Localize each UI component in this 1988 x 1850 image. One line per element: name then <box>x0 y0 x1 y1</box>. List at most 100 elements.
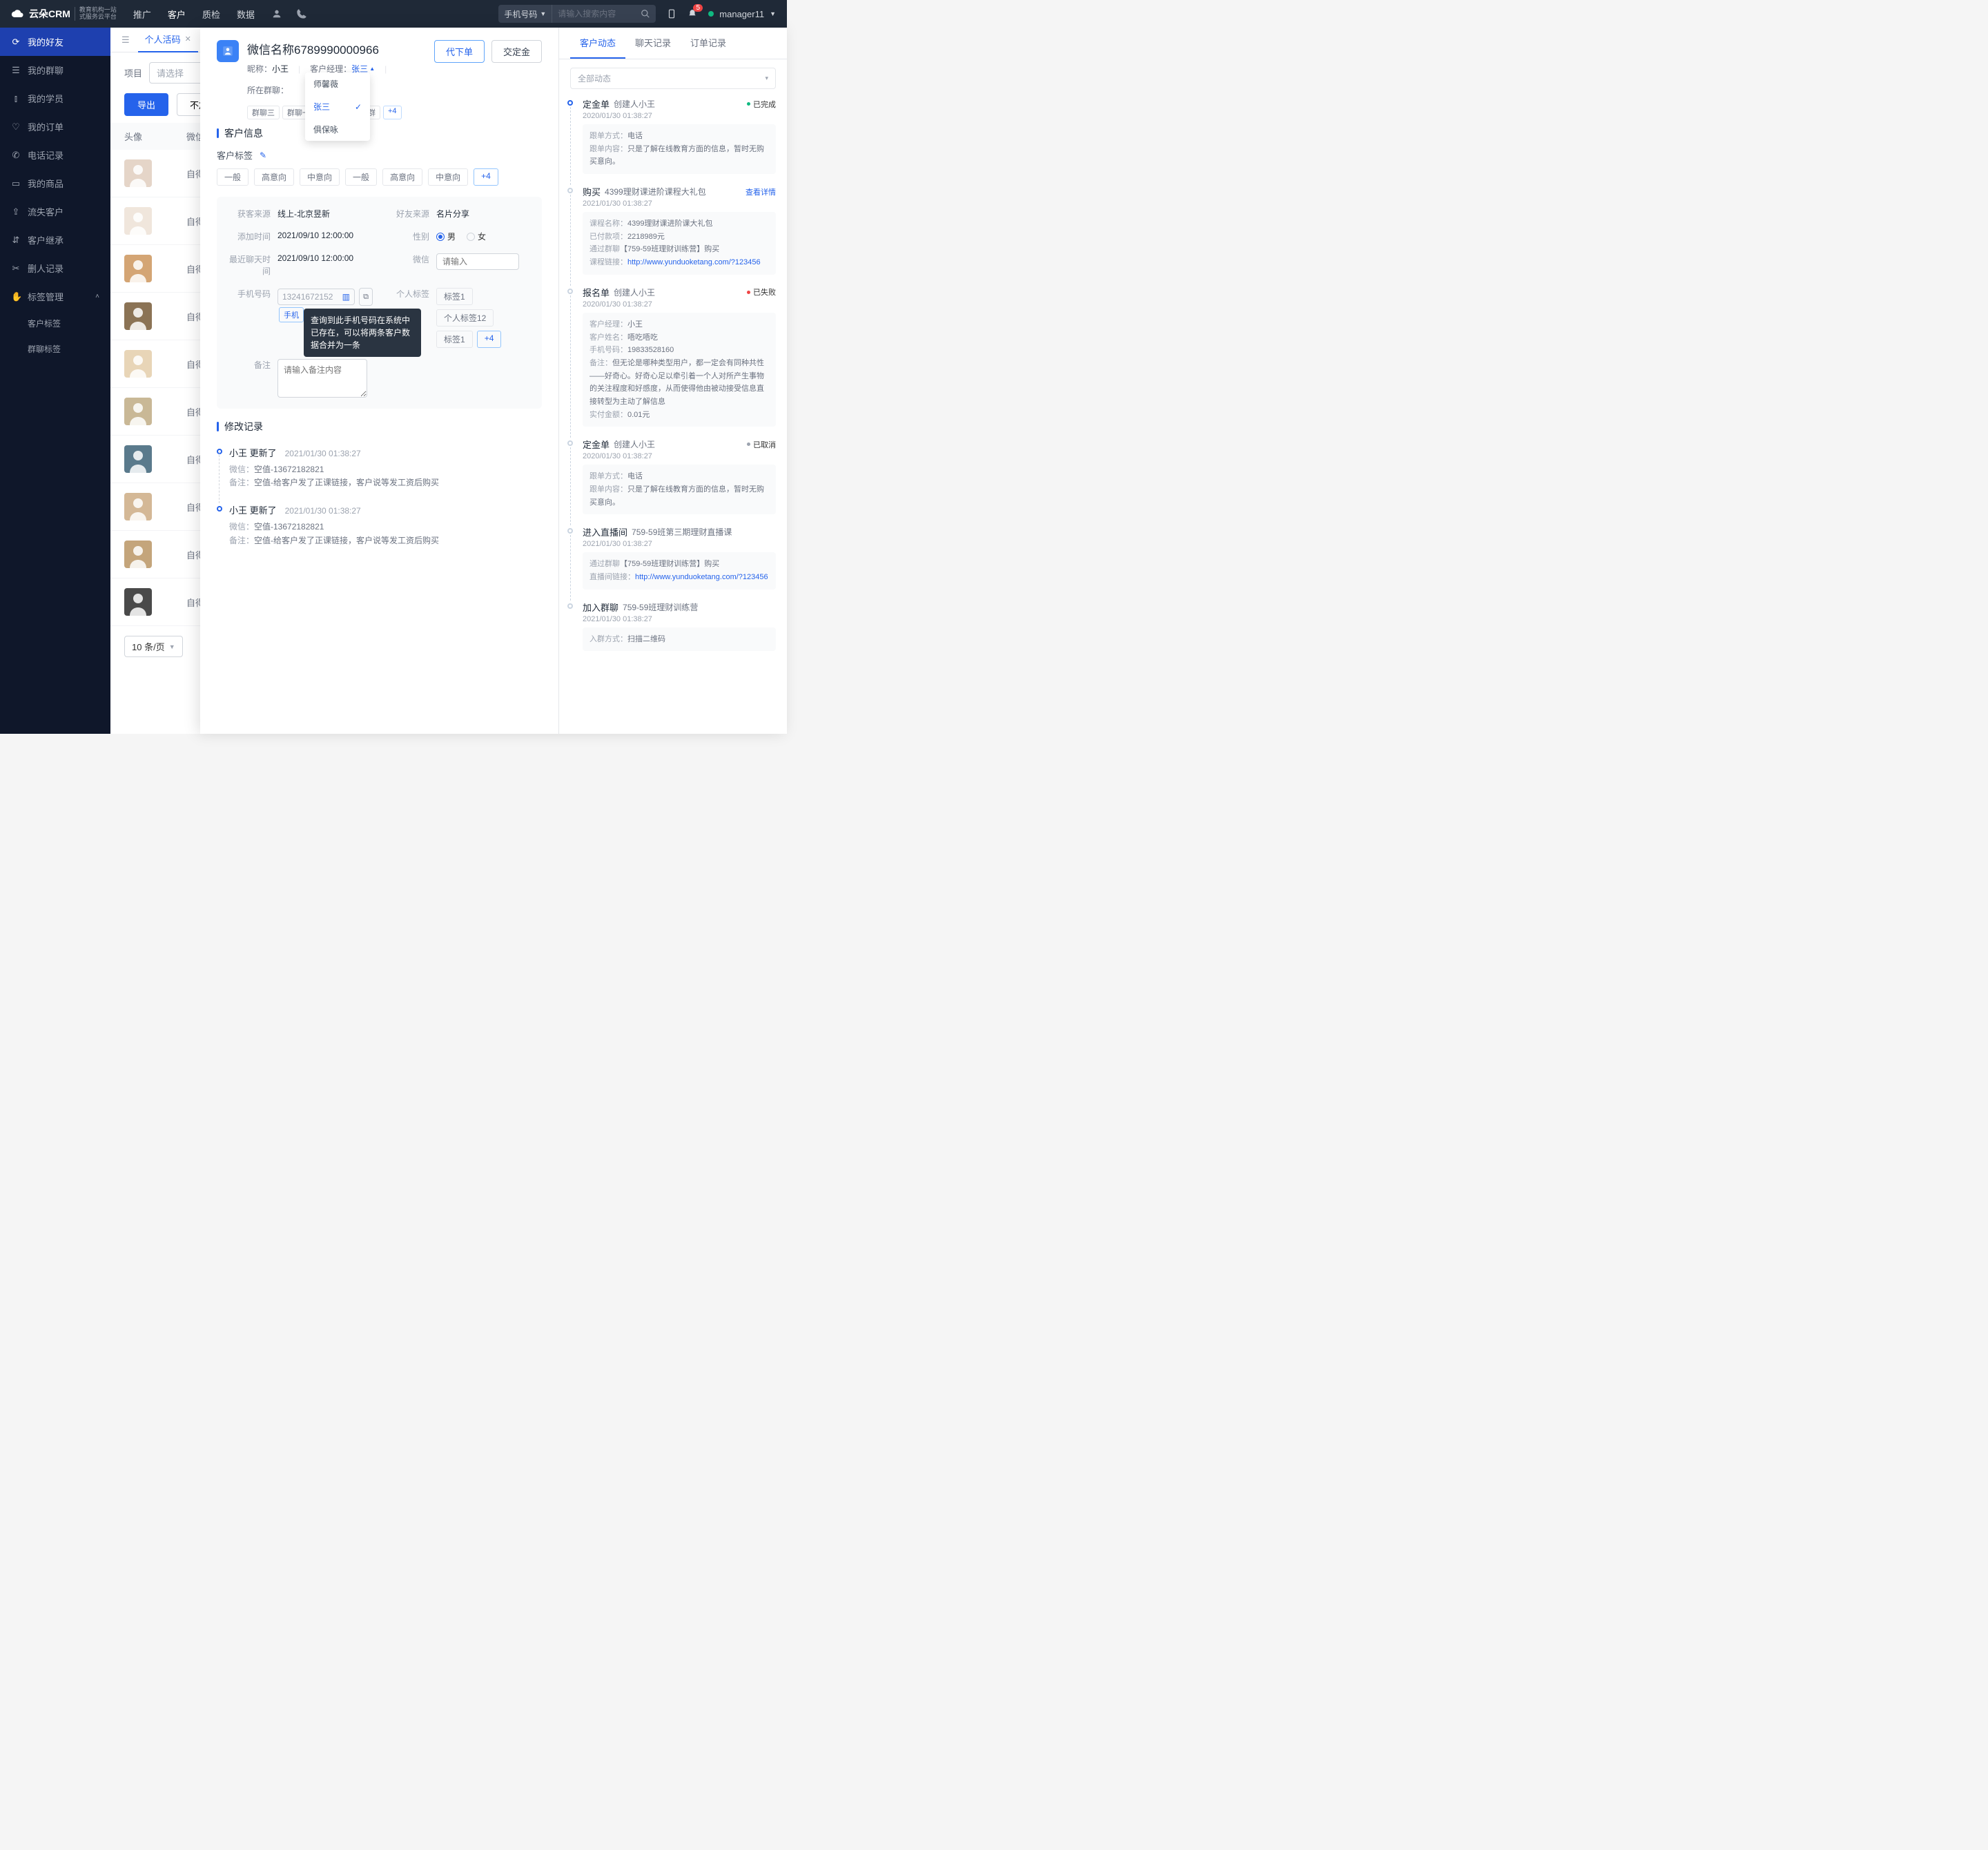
deposit-button[interactable]: 交定金 <box>491 40 542 63</box>
sidebar-sub-item[interactable]: 群聊标签 <box>0 336 110 362</box>
sidebar-item[interactable]: ☰我的群聊 <box>0 56 110 84</box>
dropdown-option[interactable]: 张三✓ <box>305 95 370 118</box>
sidebar-icon: ✂ <box>11 263 21 274</box>
cloud-icon <box>11 7 25 21</box>
topnav-数据[interactable]: 数据 <box>237 8 255 21</box>
close-icon[interactable]: ✕ <box>185 35 191 43</box>
mobile-icon[interactable] <box>667 8 676 19</box>
timeline-item: 定金单创建人小王已完成 2020/01/30 01:38:27 跟单方式：电话跟… <box>570 97 776 185</box>
detail-panel: 微信名称6789990000966 昵称：小王 | 客户经理：张三 ▲ | 所在… <box>200 28 787 734</box>
manager-dropdown: 师馨薇张三✓俱保咏 <box>305 72 370 141</box>
topnav-客户[interactable]: 客户 <box>168 8 186 21</box>
acquisition-source: 线上-北京昱新 <box>277 208 373 220</box>
group-more[interactable]: +4 <box>383 106 402 119</box>
topnav-质检[interactable]: 质检 <box>202 8 220 21</box>
group-tag[interactable]: 群聊三 <box>247 106 280 119</box>
timeline-dot <box>217 506 222 512</box>
timeline-item: 购买4399理财课进阶课程大礼包查看详情 2021/01/30 01:38:27… <box>570 185 776 286</box>
export-button[interactable]: 导出 <box>124 93 168 116</box>
phone-duplicate-tooltip: 查询到此手机号码在系统中已存在，可以将两条客户数据合并为一条 <box>304 309 421 357</box>
customer-tag[interactable]: 中意向 <box>428 168 468 186</box>
copy-phone-icon[interactable]: ⧉ <box>359 288 373 306</box>
top-nav: 推广 客户 质检 数据 <box>133 8 255 21</box>
status-dot <box>708 11 714 17</box>
page-size-select[interactable]: 10 条/页▼ <box>124 636 183 657</box>
avatar <box>124 588 152 616</box>
right-tab[interactable]: 聊天记录 <box>625 28 681 59</box>
customer-tag[interactable]: 中意向 <box>300 168 340 186</box>
dropdown-option[interactable]: 俱保咏 <box>305 118 370 141</box>
personal-tag[interactable]: 标签1 <box>436 288 473 305</box>
customer-tag[interactable]: 高意向 <box>254 168 294 186</box>
global-search: 手机号码▼ <box>498 5 656 23</box>
avatar <box>124 350 152 378</box>
sidebar-item[interactable]: ✆电话记录 <box>0 141 110 169</box>
link[interactable]: http://www.yunduoketang.com/?123456 <box>635 573 768 581</box>
sidebar-icon: ⫾ <box>11 93 21 104</box>
sidebar-item[interactable]: ✋标签管理˄ <box>0 282 110 311</box>
right-tab[interactable]: 订单记录 <box>681 28 736 59</box>
sidebar-icon: ♡ <box>11 121 21 133</box>
phone-tag: 手机 <box>279 307 304 322</box>
search-input[interactable] <box>552 5 635 23</box>
search-type-select[interactable]: 手机号码▼ <box>498 5 552 23</box>
search-icon[interactable] <box>635 9 656 19</box>
sidebar-item[interactable]: ⇪流失客户 <box>0 197 110 226</box>
customer-tag[interactable]: 一般 <box>345 168 377 186</box>
topnav-推广[interactable]: 推广 <box>133 8 151 21</box>
tab-menu-icon[interactable]: ☰ <box>117 35 134 46</box>
sidebar-item[interactable]: ⟳我的好友 <box>0 28 110 56</box>
edit-tags-icon[interactable]: ✎ <box>260 150 266 160</box>
personal-tag[interactable]: 个人标签12 <box>436 309 494 327</box>
sidebar-item[interactable]: ♡我的订单 <box>0 113 110 141</box>
sidebar-icon: ⇪ <box>11 206 21 217</box>
sidebar-icon: ⇵ <box>11 235 21 246</box>
right-tab[interactable]: 客户动态 <box>570 28 625 59</box>
user-menu[interactable]: manager11 ▼ <box>708 9 776 19</box>
sidebar-item[interactable]: ⫾我的学员 <box>0 84 110 113</box>
phone-icon[interactable] <box>296 8 307 19</box>
timeline-dot <box>567 528 573 534</box>
tab[interactable]: 个人活码✕ <box>138 27 198 52</box>
sidebar-sub-item[interactable]: 客户标签 <box>0 311 110 336</box>
ptag-more[interactable]: +4 <box>477 331 502 348</box>
contacts-icon[interactable]: ▥ <box>342 292 350 302</box>
create-order-button[interactable]: 代下单 <box>434 40 485 63</box>
logo[interactable]: 云朵CRM 教育机构一站 式服务云平台 <box>11 7 117 21</box>
dropdown-option[interactable]: 师馨薇 <box>305 72 370 95</box>
sidebar-icon: ⟳ <box>11 37 21 48</box>
customer-tag[interactable]: 高意向 <box>382 168 422 186</box>
link[interactable]: http://www.yunduoketang.com/?123456 <box>627 258 761 266</box>
section-customer-info: 客户信息 <box>217 126 542 140</box>
profile-icon <box>217 40 239 62</box>
sidebar-icon: ▭ <box>11 178 21 189</box>
timeline-item: 报名单创建人小王已失败 2020/01/30 01:38:27 客户经理：小王客… <box>570 286 776 438</box>
user-icon[interactable] <box>271 8 282 19</box>
sidebar-item[interactable]: ▭我的商品 <box>0 169 110 197</box>
tag-more[interactable]: +4 <box>474 168 498 186</box>
personal-tag[interactable]: 标签1 <box>436 331 473 348</box>
log-item: 小王 更新了2021/01/30 01:38:27微信：空值-136721828… <box>217 499 542 556</box>
topbar: 云朵CRM 教育机构一站 式服务云平台 推广 客户 质检 数据 手机号码▼ 5 man… <box>0 0 787 28</box>
wechat-input[interactable] <box>436 253 519 270</box>
avatar <box>124 445 152 473</box>
timeline-dot <box>567 440 573 446</box>
sidebar-item[interactable]: ✂删人记录 <box>0 254 110 282</box>
timeline-dot <box>217 449 222 454</box>
gender-radio-group[interactable]: 男 女 <box>436 231 486 242</box>
customer-tag[interactable]: 一般 <box>217 168 248 186</box>
radio-female[interactable] <box>467 233 475 241</box>
friend-source: 名片分享 <box>436 208 531 220</box>
sidebar-icon: ☰ <box>11 65 21 76</box>
bell-icon[interactable]: 5 <box>688 8 697 19</box>
activity-timeline: 定金单创建人小王已完成 2020/01/30 01:38:27 跟单方式：电话跟… <box>559 97 787 676</box>
radio-male[interactable] <box>436 233 445 241</box>
view-detail-link[interactable]: 查看详情 <box>746 186 776 197</box>
timeline-item: 进入直播间759-59班第三期理财直播课 2021/01/30 01:38:27… <box>570 525 776 600</box>
avatar <box>124 493 152 520</box>
sidebar-item[interactable]: ⇵客户继承 <box>0 226 110 254</box>
notification-badge: 5 <box>693 4 703 12</box>
phone-input[interactable]: 13241672152 ▥ <box>277 289 355 305</box>
activity-filter[interactable]: 全部动态▾ <box>570 68 776 89</box>
remark-textarea[interactable] <box>277 359 367 398</box>
